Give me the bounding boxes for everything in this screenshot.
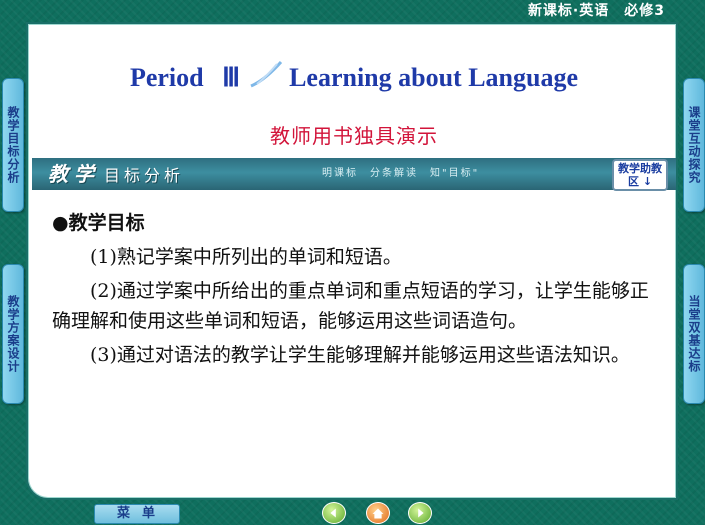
- teaching-assist-button[interactable]: 教学助教区 ↓: [612, 159, 668, 191]
- slide-panel: Period Ⅲ Learning about Language 教师用书独具演…: [26, 22, 678, 500]
- section-title-bold: 教学: [48, 162, 100, 186]
- section-title-rest: 目标分析: [104, 166, 185, 185]
- arrow-down-icon: ↓: [642, 175, 653, 188]
- title-main: Learning about Language: [289, 63, 579, 92]
- content-area: ●教学目标 (1)熟记学案中所列出的单词和短语。 (2)通过学案中所给出的重点单…: [52, 208, 662, 374]
- objective-item-3: (3)通过对语法的教学让学生能够理解并能够运用这些语法知识。: [90, 344, 630, 366]
- left-tab-teaching-goals[interactable]: 教学目标分析: [2, 78, 24, 212]
- teaching-assist-label: 教学助教区 ↓: [618, 162, 662, 188]
- course-header: 新课标·英语 必修3: [527, 3, 665, 19]
- section-tagline: 明课标 分条解读 知"目标": [322, 168, 480, 179]
- left-tab-teaching-plan[interactable]: 教学方案设计: [2, 264, 24, 404]
- title-numeral: Ⅲ: [222, 63, 241, 92]
- objective-item-2: (2)通过学案中所给出的重点单词和重点短语的学习，让学生能够正确理解和使用这些单…: [52, 280, 649, 332]
- right-tab-basic-practice[interactable]: 当堂双基达标: [683, 264, 705, 404]
- right-tab-class-interaction[interactable]: 课堂互动探究: [683, 78, 705, 212]
- page-title: Period Ⅲ Learning about Language: [28, 60, 680, 93]
- next-page-icon[interactable]: [408, 502, 432, 524]
- section-bar: 教学 目标分析 明课标 分条解读 知"目标" 教学助教区 ↓: [32, 158, 676, 191]
- menu-button[interactable]: 菜单: [94, 504, 180, 524]
- prev-page-icon[interactable]: [322, 502, 346, 524]
- title-prefix: Period: [129, 63, 204, 92]
- teacher-demo-subtitle: 教师用书独具演示: [270, 124, 438, 148]
- home-icon[interactable]: [366, 502, 390, 524]
- section-title: 教学 目标分析: [48, 158, 184, 190]
- swirl-icon: [247, 60, 283, 90]
- objective-item-1: (1)熟记学案中所列出的单词和短语。: [90, 246, 402, 268]
- content-heading: ●教学目标: [52, 212, 145, 234]
